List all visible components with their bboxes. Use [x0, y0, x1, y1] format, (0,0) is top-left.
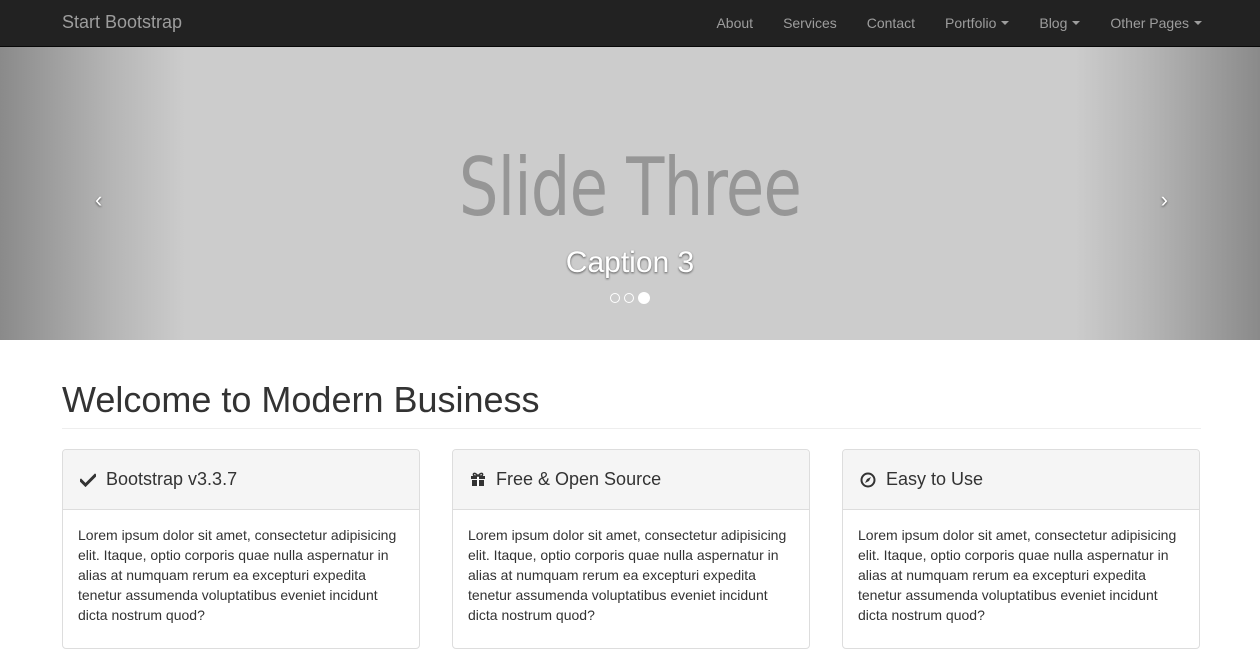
nav-menu: About Services Contact Portfolio Blog Ot…	[701, 0, 1217, 46]
feature-panel-bootstrap: Bootstrap v3.3.7 Lorem ipsum dolor sit a…	[62, 449, 420, 649]
panel-heading: Bootstrap v3.3.7	[63, 450, 419, 510]
nav-item-services[interactable]: Services	[768, 13, 852, 33]
page-title: Welcome to Modern Business	[62, 379, 540, 420]
panel-title: Free & Open Source	[496, 469, 662, 489]
panel-body: Lorem ipsum dolor sit amet, consectetur …	[858, 527, 1177, 623]
caret-down-icon	[1072, 21, 1081, 25]
carousel: Slide Three Caption 3 ‹ ›	[0, 47, 1260, 340]
chevron-right-icon[interactable]: ›	[1161, 187, 1168, 213]
divider	[62, 428, 1201, 429]
carousel-indicator-3[interactable]	[638, 292, 650, 304]
nav-item-label: Other Pages	[1110, 15, 1189, 31]
nav-item-label: Portfolio	[945, 15, 997, 31]
panel-body: Lorem ipsum dolor sit amet, consectetur …	[468, 527, 787, 623]
nav-item-portfolio[interactable]: Portfolio	[930, 13, 1024, 33]
nav-item-label: Contact	[866, 15, 915, 31]
check-icon	[79, 471, 97, 489]
caret-down-icon	[1001, 21, 1010, 25]
gift-icon	[469, 471, 487, 489]
panel-body: Lorem ipsum dolor sit amet, consectetur …	[78, 527, 397, 623]
nav-item-label: Blog	[1039, 15, 1068, 31]
brand-link[interactable]: Start Bootstrap	[62, 12, 182, 32]
panel-heading: Free & Open Source	[453, 450, 809, 510]
panel-title: Easy to Use	[886, 469, 984, 489]
carousel-indicators	[610, 292, 650, 304]
caret-down-icon	[1194, 21, 1202, 25]
panel-heading: Easy to Use	[843, 450, 1199, 510]
nav-item-label: About	[716, 15, 754, 31]
nav-item-blog[interactable]: Blog	[1024, 13, 1095, 33]
carousel-indicator-1[interactable]	[610, 293, 620, 303]
slide-caption: Caption 3	[565, 246, 695, 279]
nav-item-label: Services	[783, 15, 837, 31]
nav-item-about[interactable]: About	[701, 13, 768, 33]
nav-item-other-pages[interactable]: Other Pages	[1095, 13, 1217, 33]
carousel-indicator-2[interactable]	[624, 293, 634, 303]
panel-title: Bootstrap v3.3.7	[106, 469, 238, 489]
chevron-left-icon[interactable]: ‹	[95, 187, 102, 213]
navbar: Start Bootstrap About Services Contact P…	[0, 0, 1260, 47]
slide-title: Slide Three	[458, 141, 802, 234]
nav-item-contact[interactable]: Contact	[852, 13, 930, 33]
feature-panel-open-source: Free & Open Source Lorem ipsum dolor sit…	[452, 449, 810, 649]
compass-icon	[859, 471, 877, 489]
feature-panel-easy-to-use: Easy to Use Lorem ipsum dolor sit amet, …	[842, 449, 1200, 649]
